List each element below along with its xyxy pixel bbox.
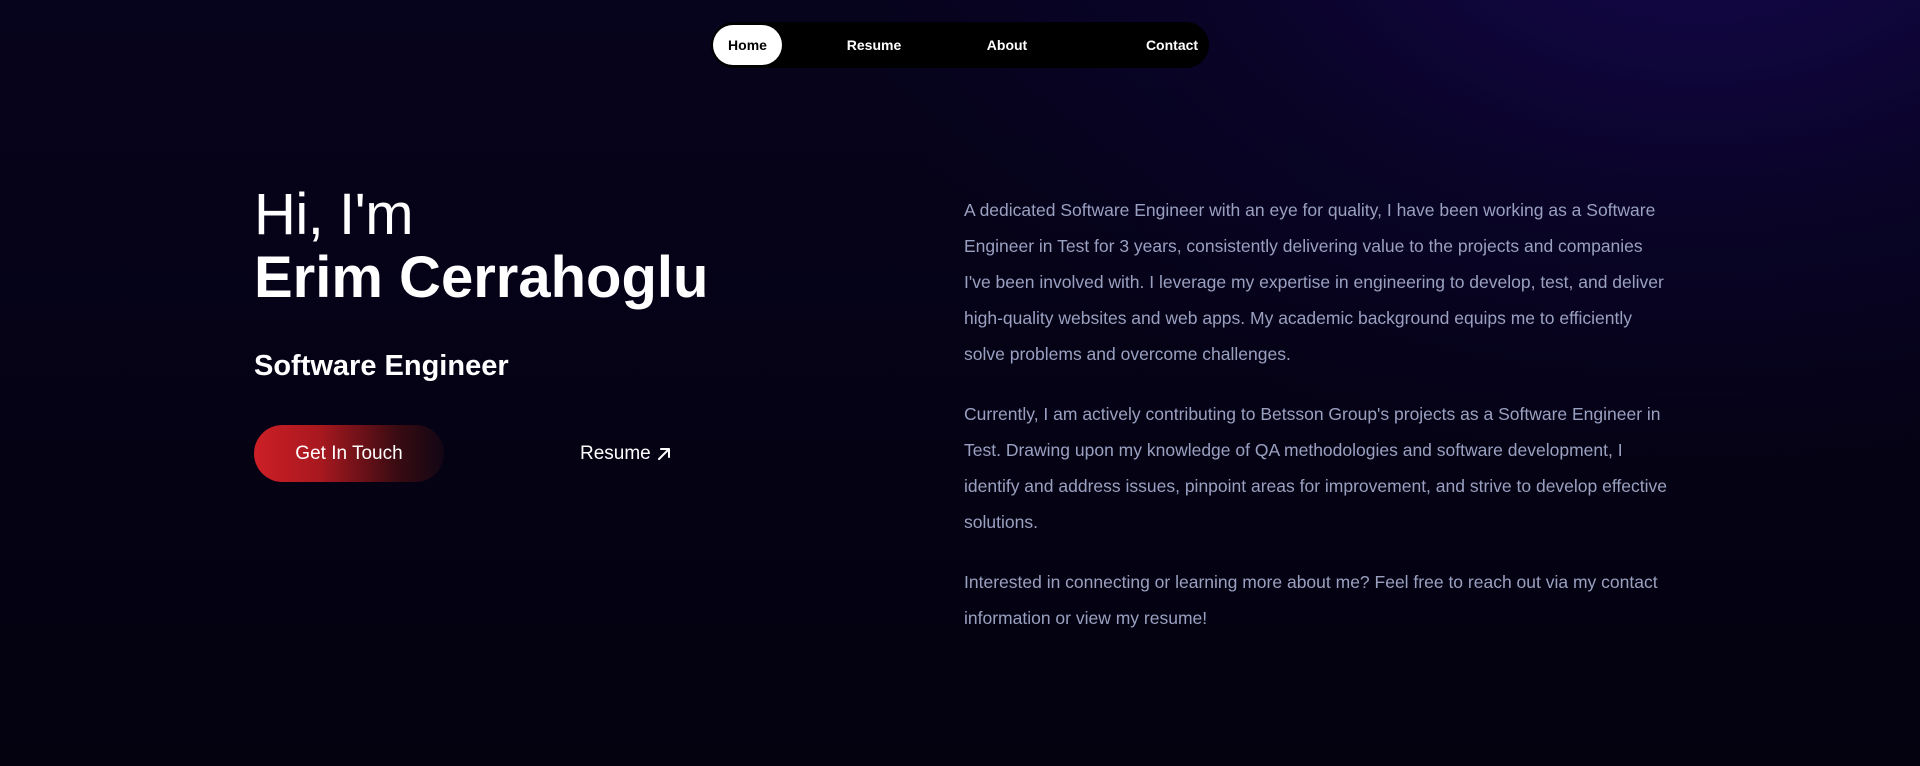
main-nav: Home Resume About Contact <box>711 22 1209 68</box>
hero-name: Erim Cerrahoglu <box>254 245 709 310</box>
hero-greeting: Hi, I'm <box>254 182 414 247</box>
nav-item-home[interactable]: Home <box>713 25 782 65</box>
nav-item-about[interactable]: About <box>967 25 1047 65</box>
resume-link-label: Resume <box>580 443 651 464</box>
resume-link[interactable]: Resume <box>580 440 671 468</box>
nav-item-contact[interactable]: Contact <box>1132 25 1212 65</box>
get-in-touch-button[interactable]: Get In Touch <box>254 425 444 482</box>
arrow-up-right-icon <box>657 448 670 460</box>
bio-paragraph: Currently, I am actively contributing to… <box>964 404 1667 532</box>
hero-role: Software Engineer <box>254 350 509 382</box>
bio-section: A dedicated Software Engineer with an ey… <box>964 192 1669 660</box>
bio-paragraph: Interested in connecting or learning mor… <box>964 572 1658 628</box>
nav-item-resume[interactable]: Resume <box>829 25 919 65</box>
bio-paragraph: A dedicated Software Engineer with an ey… <box>964 200 1664 364</box>
